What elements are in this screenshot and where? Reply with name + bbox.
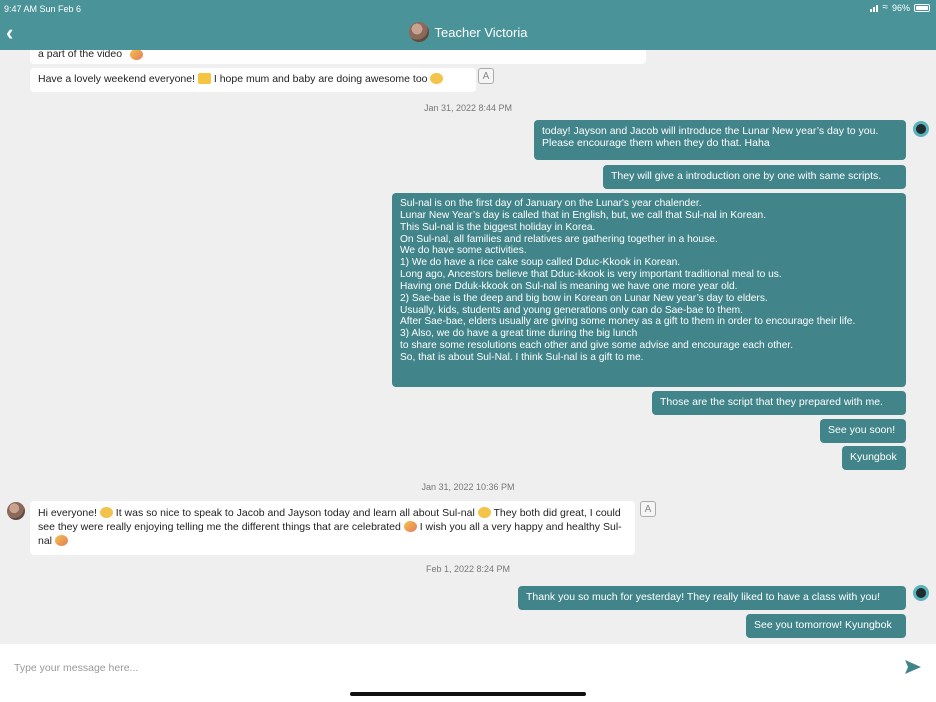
message-text: a part of the video [38,50,123,60]
date-separator: Jan 31, 2022 10:36 PM [421,482,515,492]
incoming-message: Have a lovely weekend everyone! I hope m… [30,68,476,92]
sender-avatar [7,502,25,520]
outgoing-message: today! Jayson and Jacob will introduce t… [534,120,906,160]
star-emoji-icon [197,73,211,84]
contact-avatar [408,22,429,42]
user-avatar [913,585,929,601]
chat-title: Teacher Victoria [434,24,528,40]
status-time: 9:47 AM Sun Feb 6 [4,4,82,14]
incoming-message: a part of the video [30,50,646,64]
smiling-emoji-icon [430,73,444,84]
outgoing-message: Those are the script that they prepared … [652,391,906,415]
outgoing-message: Kyungbok [842,446,906,470]
party-popper-emoji-icon [403,521,417,532]
message-text: It was so nice to speak to Jacob and Jay… [115,507,475,519]
wifi-icon: ≈ [882,2,888,13]
status-bar: 9:47 AM Sun Feb 6 ≈ 96% [0,0,936,18]
party-face-emoji-icon [54,535,68,546]
signal-icon [870,4,879,12]
message-text: Hi everyone! [38,507,97,519]
battery-icon [914,4,930,12]
message-text: I hope mum and baby are doing awesome to… [213,73,428,85]
translate-icon[interactable]: A [640,501,656,517]
home-indicator [350,692,586,696]
status-indicators: ≈ 96% [870,3,930,13]
date-separator: Feb 1, 2022 8:24 PM [425,564,511,574]
message-text: Have a lovely weekend everyone! [38,73,196,85]
chat-header-contact[interactable]: Teacher Victoria [0,22,936,42]
battery-percent: 96% [891,3,910,13]
outgoing-message: Thank you so much for yesterday! They re… [518,586,906,610]
outgoing-message: See you soon! [820,419,906,443]
emoji-icon [130,50,143,60]
outgoing-message: See you tomorrow! Kyungbok [746,614,906,638]
date-separator: Jan 31, 2022 8:44 PM [423,103,513,113]
send-icon[interactable] [903,657,923,677]
message-thread[interactable]: a part of the video Have a lovely weeken… [0,50,936,644]
translate-icon[interactable]: A [478,68,494,84]
outgoing-message: Sul-nal is on the first day of January o… [392,193,906,387]
user-avatar [913,121,929,137]
message-input[interactable] [14,658,874,678]
smiling-emoji-icon [477,507,491,518]
outgoing-message: They will give a introduction one by one… [603,165,906,189]
incoming-message: Hi everyone! It was so nice to speak to … [30,501,635,555]
message-composer [0,644,936,702]
waving-hand-emoji-icon [99,507,113,518]
chat-header: ‹ Teacher Victoria [0,18,936,50]
